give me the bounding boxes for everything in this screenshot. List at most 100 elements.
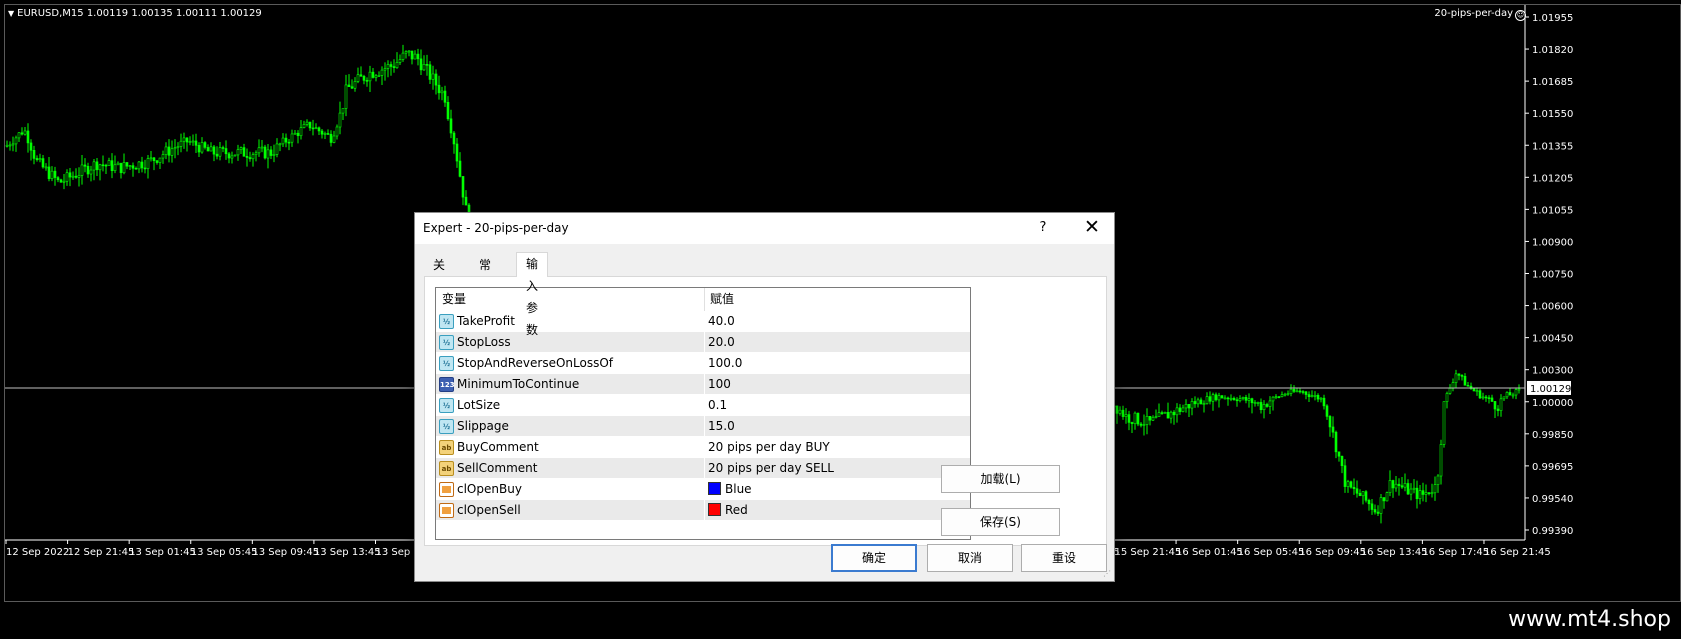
price-tick-label: 1.00450 — [1532, 334, 1573, 345]
candle-body — [284, 137, 288, 143]
tab-common[interactable]: 常用 — [470, 254, 500, 294]
candle-body — [194, 140, 198, 146]
candle-body — [1370, 503, 1374, 510]
time-tick-label: 12 Sep 2022 — [6, 547, 69, 558]
candle-body — [1313, 394, 1317, 397]
candle-body — [449, 118, 453, 134]
smiley-icon: ☺ — [1515, 10, 1526, 21]
string-type-icon: ab — [439, 461, 454, 476]
candle-body — [362, 76, 366, 81]
cancel-button[interactable]: 取消 — [927, 544, 1013, 572]
candle-body — [305, 121, 309, 125]
tab-about[interactable]: 关于 — [424, 254, 454, 294]
candle-body — [359, 74, 363, 77]
candle-body — [1271, 396, 1275, 402]
param-row[interactable]: ½ StopLoss 20.0 — [436, 332, 970, 353]
candle-body — [1442, 401, 1446, 445]
candle-body — [146, 158, 150, 169]
candle-body — [53, 170, 57, 178]
candle-body — [1115, 405, 1119, 414]
param-value[interactable]: 100 — [704, 374, 731, 395]
candle-body — [1505, 392, 1509, 398]
candle-body — [1184, 403, 1188, 409]
candle-body — [140, 161, 144, 169]
candle-body — [1118, 409, 1122, 414]
candle-body — [1385, 492, 1389, 502]
param-value[interactable]: 20 pips per day BUY — [704, 437, 830, 458]
candle-body — [1268, 400, 1272, 407]
candle-body — [1160, 412, 1164, 414]
close-button[interactable]: ✕ — [1078, 216, 1106, 240]
param-row[interactable]: ½ TakeProfit 40.0 — [436, 311, 970, 332]
help-button[interactable]: ? — [1033, 218, 1053, 238]
candle-body — [161, 154, 165, 159]
param-value-text: 100 — [708, 377, 731, 391]
color-swatch — [708, 503, 721, 516]
param-row[interactable]: ab SellComment 20 pips per day SELL — [436, 458, 970, 479]
candle-body — [68, 172, 72, 178]
double-type-icon: ½ — [439, 335, 454, 350]
header-value[interactable]: 赋值 — [704, 288, 734, 311]
param-name: TakeProfit — [457, 314, 515, 328]
candle-body — [1493, 401, 1497, 410]
candle-body — [275, 143, 279, 155]
param-row[interactable]: ½ LotSize 0.1 — [436, 395, 970, 416]
candle-body — [1172, 411, 1176, 416]
candle-body — [1214, 394, 1218, 401]
param-name: clOpenSell — [457, 503, 521, 517]
price-tick-label: 0.99850 — [1532, 430, 1573, 441]
candle-body — [1253, 402, 1257, 404]
reset-button[interactable]: 重设 — [1021, 544, 1107, 572]
candle-body — [1220, 395, 1224, 399]
param-value[interactable]: 0.1 — [704, 395, 727, 416]
double-type-icon: ½ — [439, 314, 454, 329]
param-value[interactable]: Blue — [704, 479, 752, 500]
parameters-grid[interactable]: 变量 赋值 ½ TakeProfit 40.0 ½ StopLoss 20.0 ½ StopA… — [435, 287, 971, 540]
resize-grip-icon[interactable]: ⋰ — [1103, 569, 1111, 578]
param-row[interactable]: clOpenSell Red — [436, 500, 970, 521]
candle-body — [1292, 388, 1296, 392]
candle-body — [47, 166, 51, 179]
load-button[interactable]: 加载(L) — [941, 465, 1060, 493]
candle-body — [272, 154, 276, 156]
candle-body — [1316, 394, 1320, 400]
candle-body — [326, 133, 330, 135]
param-name: MinimumToContinue — [457, 377, 580, 391]
time-tick-label: 16 Sep 13:45 — [1361, 547, 1428, 558]
param-value[interactable]: 15.0 — [704, 416, 735, 437]
param-value[interactable]: 100.0 — [704, 353, 742, 374]
param-value[interactable]: 20.0 — [704, 332, 735, 353]
candle-body — [1133, 412, 1137, 424]
param-row[interactable]: 123 MinimumToContinue 100 — [436, 374, 970, 395]
candle-body — [1448, 388, 1452, 394]
candle-body — [1193, 401, 1197, 405]
candle-body — [1352, 486, 1356, 489]
candle-body — [71, 175, 75, 178]
candle-body — [1181, 407, 1185, 412]
save-button[interactable]: 保存(S) — [941, 508, 1060, 536]
candle-body — [176, 146, 180, 148]
param-value[interactable]: 20 pips per day SELL — [704, 458, 834, 479]
candle-body — [23, 130, 27, 135]
tab-inputs[interactable]: 输入参数 — [516, 252, 549, 337]
param-value[interactable]: 40.0 — [704, 311, 735, 332]
double-type-icon: ½ — [439, 356, 454, 371]
ok-button[interactable]: 确定 — [831, 544, 917, 572]
dialog-titlebar[interactable]: Expert - 20-pips-per-day ? ✕ — [415, 213, 1114, 244]
param-row[interactable]: ½ Slippage 15.0 — [436, 416, 970, 437]
candle-body — [320, 130, 324, 135]
expert-name: 20-pips-per-day — [1434, 8, 1513, 19]
param-row[interactable]: ½ StopAndReverseOnLossOf 100.0 — [436, 353, 970, 374]
candle-body — [29, 142, 33, 151]
candle-body — [1175, 407, 1179, 416]
candle-body — [224, 148, 228, 155]
param-value[interactable]: Red — [704, 500, 748, 521]
param-row[interactable]: ab BuyComment 20 pips per day BUY — [436, 437, 970, 458]
param-row[interactable]: clOpenBuy Blue — [436, 479, 970, 500]
candle-body — [1205, 396, 1209, 404]
candle-body — [1157, 412, 1161, 417]
header-variable[interactable]: 变量 — [442, 288, 466, 311]
candle-body — [197, 145, 201, 153]
candle-body — [1430, 492, 1434, 495]
candle-body — [278, 143, 282, 146]
